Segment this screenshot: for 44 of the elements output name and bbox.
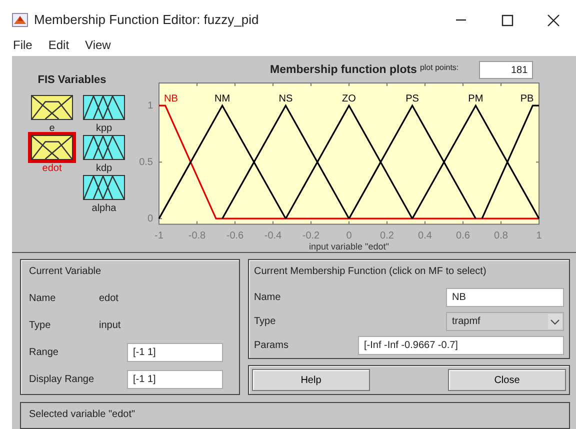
field-label: Range xyxy=(29,346,60,360)
field-label: plot points: xyxy=(420,62,459,74)
curve-label: PB xyxy=(520,94,534,105)
tick-label: 0.4 xyxy=(418,230,432,242)
field-label: Name xyxy=(29,292,57,306)
status-bar: Selected variable "edot" xyxy=(20,402,570,429)
tick-label: -0.8 xyxy=(188,230,206,242)
curve-label: NS xyxy=(278,94,293,105)
chart-title: Membership function plots xyxy=(270,62,417,78)
tick-label: -0.2 xyxy=(302,230,320,242)
curve-label: NB xyxy=(164,94,178,105)
panel-title: Current Variable xyxy=(29,265,102,279)
field-label: Display Range xyxy=(29,373,96,387)
dropdown-value: trapmf xyxy=(452,314,480,328)
tick-label: 0.5 xyxy=(139,157,153,168)
tick-label: 1 xyxy=(147,100,153,112)
window-title: Membership Function Editor: fuzzy_pid xyxy=(34,11,260,30)
tick-label: 0.8 xyxy=(494,230,508,242)
field-label: Type xyxy=(254,314,277,328)
tick-label: -1 xyxy=(154,230,164,242)
axis-label: input variable "edot" xyxy=(309,241,389,252)
tick-label: 1 xyxy=(536,230,542,242)
curve-label: ZO xyxy=(342,94,356,105)
variable-label: edot xyxy=(42,162,62,174)
panel-title: FIS Variables xyxy=(36,73,108,88)
tick-label: -0.4 xyxy=(264,230,282,242)
panel-title: Current Membership Function (click on MF to select) xyxy=(254,265,488,279)
tick-label: 0.6 xyxy=(456,230,470,242)
tick-label: 0 xyxy=(147,214,153,225)
field-value: input xyxy=(99,319,121,333)
variable-label: kdp xyxy=(96,162,112,174)
curve-label: NM xyxy=(214,94,230,105)
variable-label: alpha xyxy=(92,202,116,214)
field-value: edot xyxy=(99,292,118,306)
field-label: Name xyxy=(254,290,282,304)
tick-label: -0.6 xyxy=(226,230,244,242)
tick-label: 0.2 xyxy=(380,230,394,242)
variable-label: e xyxy=(49,122,55,134)
curve-label: PS xyxy=(406,94,419,105)
field-label: Type xyxy=(29,319,52,333)
tick-label: 0 xyxy=(346,230,352,242)
curve-label: PM xyxy=(468,94,484,105)
variable-label: kpp xyxy=(96,122,112,134)
field-label: Params xyxy=(254,338,290,352)
